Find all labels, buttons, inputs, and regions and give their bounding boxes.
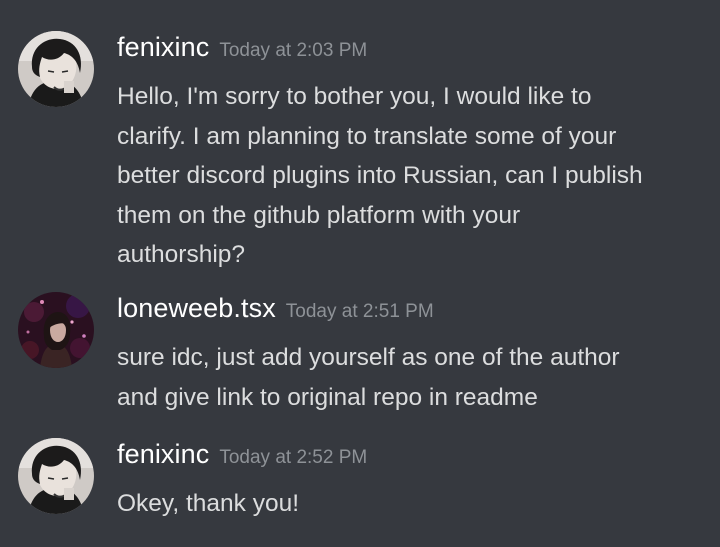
message-content: Okey, thank you! bbox=[117, 490, 300, 517]
fenixinc-avatar-icon bbox=[18, 438, 94, 514]
username[interactable]: fenixinc bbox=[117, 439, 209, 470]
message-content: Hello, I'm sorry to bother you, I would … bbox=[117, 83, 643, 268]
message-header: fenixinc Today at 2:03 PM bbox=[117, 32, 367, 68]
username[interactable]: fenixinc bbox=[117, 32, 209, 63]
avatar[interactable] bbox=[18, 292, 94, 368]
loneweeb-avatar-icon bbox=[18, 292, 94, 368]
message-header: loneweeb.tsx Today at 2:51 PM bbox=[117, 293, 434, 329]
timestamp: Today at 2:03 PM bbox=[219, 40, 368, 61]
message-content: sure idc, just add yourself as one of th… bbox=[117, 344, 620, 411]
fenixinc-avatar-icon bbox=[18, 31, 94, 107]
timestamp: Today at 2:52 PM bbox=[219, 447, 368, 468]
chat-messages: fenixinc Today at 2:03 PM Hello, I'm sor… bbox=[0, 0, 720, 547]
timestamp: Today at 2:51 PM bbox=[285, 301, 434, 322]
message-header: fenixinc Today at 2:52 PM bbox=[117, 439, 367, 475]
avatar[interactable] bbox=[18, 438, 94, 514]
avatar[interactable] bbox=[18, 31, 94, 107]
username[interactable]: loneweeb.tsx bbox=[117, 293, 276, 324]
